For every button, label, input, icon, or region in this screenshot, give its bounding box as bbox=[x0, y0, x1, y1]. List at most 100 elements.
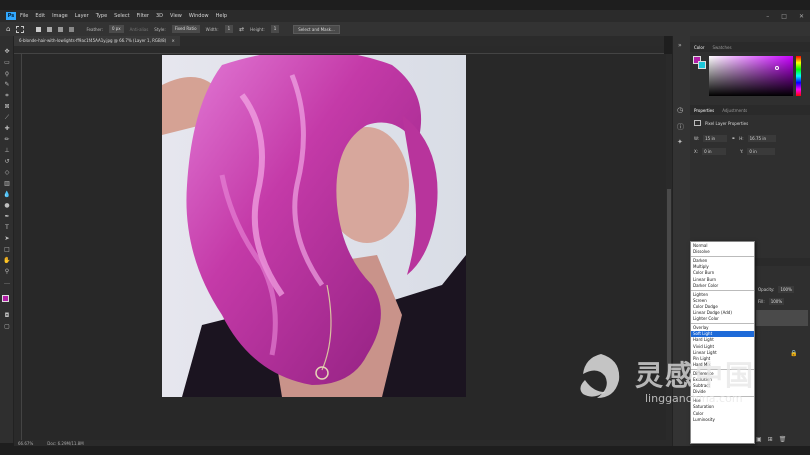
blend-item-darken[interactable]: Darken bbox=[693, 258, 707, 264]
pen-tool-icon[interactable]: ✒ bbox=[3, 213, 11, 220]
history-panel-icon[interactable]: ◷ bbox=[677, 106, 683, 114]
marquee-tool-icon[interactable]: ▭ bbox=[3, 59, 11, 66]
minimize-icon[interactable]: – bbox=[766, 13, 769, 20]
new-group-icon[interactable]: ▣ bbox=[756, 436, 762, 443]
intersect-selection-icon[interactable] bbox=[69, 26, 75, 32]
crop-tool-icon[interactable]: ⌗ bbox=[3, 92, 11, 99]
collapse-panels-icon[interactable]: » bbox=[678, 42, 682, 49]
properties-position-row: X: 0 in Y: 0 in bbox=[694, 148, 776, 155]
document-image[interactable] bbox=[162, 55, 466, 397]
blend-item-hard-light[interactable]: Hard Light bbox=[693, 337, 714, 343]
blend-item-color-burn[interactable]: Color Burn bbox=[693, 270, 714, 276]
tab-color[interactable]: Color bbox=[694, 45, 704, 50]
properties-panel-tabs: Properties Adjustments bbox=[690, 105, 810, 115]
screen-mode-icon[interactable]: ▢ bbox=[3, 323, 11, 330]
home-icon[interactable]: ⌂ bbox=[6, 25, 10, 33]
blend-item-lighter-color[interactable]: Lighter Color bbox=[693, 316, 719, 322]
height-input[interactable]: 1 bbox=[270, 25, 280, 33]
opacity-input[interactable]: 100% bbox=[778, 286, 794, 293]
menu-layer[interactable]: Layer bbox=[75, 13, 89, 19]
marquee-tool-preset-icon[interactable] bbox=[16, 25, 25, 33]
hand-tool-icon[interactable]: ✋ bbox=[3, 257, 11, 264]
w-input[interactable]: 15 in bbox=[703, 135, 728, 142]
info-panel-icon[interactable]: ⓘ bbox=[677, 122, 684, 132]
brush-settings-icon[interactable]: ✦ bbox=[677, 138, 683, 146]
photoshop-logo-icon[interactable]: Ps bbox=[6, 12, 16, 20]
zoom-level[interactable]: 66.67% bbox=[18, 441, 33, 446]
blend-item-vivid-light[interactable]: Vivid Light bbox=[693, 344, 714, 350]
menu-select[interactable]: Select bbox=[114, 13, 129, 19]
panel-background-swatch[interactable] bbox=[698, 61, 706, 69]
quick-mask-icon[interactable]: ◘ bbox=[3, 312, 11, 319]
tab-swatches[interactable]: Swatches bbox=[712, 45, 731, 50]
menu-edit[interactable]: Edit bbox=[35, 13, 45, 19]
document-tab-title: 6-blonde-hair-with-lowlights-ff9ac1f45AA… bbox=[19, 38, 167, 43]
select-and-mask-button[interactable]: Select and Mask... bbox=[293, 24, 340, 34]
type-tool-icon[interactable]: T bbox=[3, 224, 11, 231]
history-brush-icon[interactable]: ↺ bbox=[3, 158, 11, 165]
x-input[interactable]: 0 in bbox=[702, 148, 727, 155]
new-layer-icon[interactable]: ⊞ bbox=[768, 436, 773, 443]
eraser-tool-icon[interactable]: ◇ bbox=[3, 169, 11, 176]
blend-item-linear-burn[interactable]: Linear Burn bbox=[693, 277, 716, 283]
clone-stamp-icon[interactable]: ⊥ bbox=[3, 147, 11, 154]
blend-item-darker-color[interactable]: Darker Color bbox=[693, 283, 718, 289]
blend-item-lighten[interactable]: Lighten bbox=[693, 292, 708, 298]
rectangle-tool-icon[interactable]: □ bbox=[3, 246, 11, 253]
blend-item-overlay[interactable]: Overlay bbox=[693, 325, 709, 331]
quick-select-tool-icon[interactable]: ✎ bbox=[3, 81, 11, 88]
hue-slider[interactable] bbox=[796, 56, 801, 96]
subtract-selection-icon[interactable] bbox=[58, 26, 64, 32]
brush-tool-icon[interactable]: ✏ bbox=[3, 136, 11, 143]
foreground-color-swatch[interactable] bbox=[2, 295, 9, 302]
blend-item-color-dodge[interactable]: Color Dodge bbox=[693, 304, 718, 310]
document-size[interactable]: Doc: 6.29M/11.8M bbox=[47, 441, 83, 446]
menu-file[interactable]: File bbox=[20, 13, 28, 19]
layer-row-selected[interactable] bbox=[756, 310, 808, 326]
tab-properties[interactable]: Properties bbox=[694, 108, 714, 113]
maximize-icon[interactable]: □ bbox=[781, 13, 787, 20]
menu-help[interactable]: Help bbox=[216, 13, 227, 19]
move-tool-icon[interactable]: ✥ bbox=[3, 48, 11, 55]
style-dropdown[interactable]: Fixed Ratio bbox=[171, 25, 200, 33]
eyedropper-tool-icon[interactable]: ⟋ bbox=[3, 114, 11, 121]
add-selection-icon[interactable] bbox=[47, 26, 53, 32]
delete-layer-icon[interactable]: 🗑 bbox=[779, 436, 787, 443]
blend-item-dissolve[interactable]: Dissolve bbox=[693, 249, 710, 255]
menu-window[interactable]: Window bbox=[189, 13, 209, 19]
blur-tool-icon[interactable]: 💧 bbox=[3, 191, 11, 198]
path-select-icon[interactable]: ➤ bbox=[3, 235, 11, 242]
blend-item-normal[interactable]: Normal bbox=[693, 243, 707, 249]
width-input[interactable]: 1 bbox=[224, 25, 234, 33]
menu-image[interactable]: Image bbox=[52, 13, 68, 19]
h-input[interactable]: 16.75 in bbox=[747, 135, 776, 142]
menu-filter[interactable]: Filter bbox=[137, 13, 149, 19]
blend-item-soft-light[interactable]: Soft Light bbox=[693, 331, 712, 337]
fill-input[interactable]: 100% bbox=[768, 298, 785, 305]
blend-item-screen[interactable]: Screen bbox=[693, 298, 707, 304]
menu-type[interactable]: Type bbox=[96, 13, 107, 19]
document-tab[interactable]: 6-blonde-hair-with-lowlights-ff9ac1f45AA… bbox=[14, 36, 180, 46]
more-tools-icon[interactable]: … bbox=[3, 279, 11, 286]
new-selection-icon[interactable] bbox=[36, 26, 42, 32]
color-picker-cursor[interactable] bbox=[775, 66, 779, 70]
tab-close-icon[interactable]: × bbox=[171, 38, 174, 43]
y-input[interactable]: 0 in bbox=[747, 148, 776, 155]
frame-tool-icon[interactable]: ⊠ bbox=[3, 103, 11, 110]
gradient-tool-icon[interactable]: ▥ bbox=[3, 180, 11, 187]
feather-input[interactable]: 0 px bbox=[108, 25, 124, 33]
menu-3d[interactable]: 3D bbox=[156, 13, 163, 19]
blend-item-linear-dodge-add[interactable]: Linear Dodge (Add) bbox=[693, 310, 732, 316]
tab-adjustments[interactable]: Adjustments bbox=[722, 108, 747, 113]
link-icon[interactable]: ⚭ bbox=[731, 136, 735, 142]
close-window-icon[interactable]: ✕ bbox=[799, 13, 804, 20]
swap-dimensions-icon[interactable]: ⇄ bbox=[239, 26, 244, 33]
healing-brush-icon[interactable]: ✚ bbox=[3, 125, 11, 132]
blend-item-luminosity[interactable]: Luminosity bbox=[693, 417, 715, 423]
dodge-tool-icon[interactable]: ● bbox=[3, 202, 11, 209]
zoom-tool-icon[interactable]: ⚲ bbox=[3, 268, 11, 275]
blend-item-multiply[interactable]: Multiply bbox=[693, 264, 709, 270]
lasso-tool-icon[interactable]: ϙ bbox=[3, 70, 11, 77]
menu-view[interactable]: View bbox=[170, 13, 182, 19]
color-picker-field[interactable] bbox=[709, 56, 793, 96]
